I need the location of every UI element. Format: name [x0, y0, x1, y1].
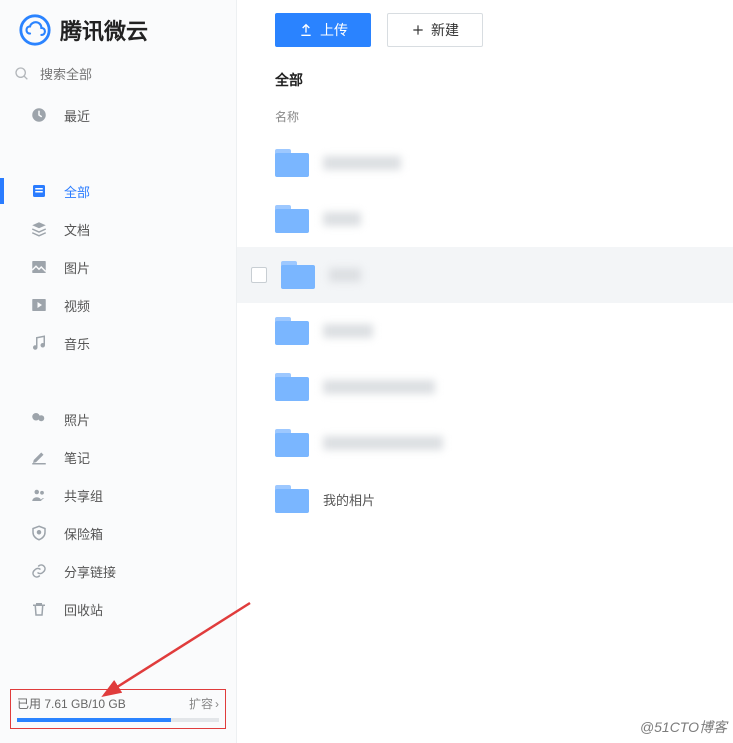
sidebar-item-label: 分享链接 [64, 562, 116, 581]
file-name [323, 436, 443, 450]
sidebar-item-label: 视频 [64, 296, 90, 315]
expand-storage-link[interactable]: 扩容 › [189, 695, 219, 712]
clock-icon [30, 106, 48, 124]
sidebar-item-label: 图片 [64, 258, 90, 277]
folder-icon [281, 261, 315, 289]
folder-icon [275, 429, 309, 457]
chevron-right-icon: › [215, 697, 219, 711]
sidebar-item-video[interactable]: 视频 [0, 286, 236, 324]
table-row[interactable] [237, 135, 733, 191]
link-icon [30, 562, 48, 580]
file-name [329, 268, 361, 282]
sidebar-item-recycle[interactable]: 回收站 [0, 590, 236, 628]
balloon-icon [30, 410, 48, 428]
row-checkbox[interactable] [251, 267, 267, 283]
brand-logo: 腾讯微云 [0, 0, 236, 60]
list-title: 全部 [275, 70, 733, 90]
image-icon [30, 258, 48, 276]
file-name [323, 380, 435, 394]
watermark: @51CTO博客 [640, 717, 727, 737]
cloud-icon [18, 13, 52, 47]
folder-icon [275, 149, 309, 177]
group-icon [30, 486, 48, 504]
search-input[interactable] [40, 67, 222, 82]
table-row[interactable]: 我的相片 [237, 471, 733, 527]
table-row[interactable] [237, 359, 733, 415]
sidebar-item-share-group[interactable]: 共享组 [0, 476, 236, 514]
play-icon [30, 296, 48, 314]
table-row[interactable] [237, 191, 733, 247]
sidebar-item-label: 全部 [64, 182, 90, 201]
plus-icon [411, 23, 425, 37]
sidebar-item-label: 最近 [64, 106, 90, 125]
file-name [323, 156, 401, 170]
search-icon [14, 66, 30, 82]
music-icon [30, 334, 48, 352]
sidebar-item-label: 音乐 [64, 334, 90, 353]
sidebar-item-share-link[interactable]: 分享链接 [0, 552, 236, 590]
brand-name: 腾讯微云 [60, 14, 148, 46]
file-table: 我的相片 [237, 135, 733, 527]
trash-icon [30, 600, 48, 618]
table-row[interactable] [237, 247, 733, 303]
sidebar-item-docs[interactable]: 文档 [0, 210, 236, 248]
files-icon [30, 182, 48, 200]
sidebar-item-recent[interactable]: 最近 [0, 96, 236, 134]
search-field[interactable] [14, 66, 222, 82]
sidebar-item-label: 回收站 [64, 600, 103, 619]
table-row[interactable] [237, 415, 733, 471]
sidebar-item-label: 保险箱 [64, 524, 103, 543]
shield-icon [30, 524, 48, 542]
folder-icon [275, 317, 309, 345]
file-name: 我的相片 [323, 490, 375, 509]
sidebar-item-label: 笔记 [64, 448, 90, 467]
upload-icon [298, 22, 314, 38]
sidebar-item-all[interactable]: 全部 [0, 172, 236, 210]
sidebar-item-note[interactable]: 笔记 [0, 438, 236, 476]
sidebar-item-photo[interactable]: 照片 [0, 400, 236, 438]
table-row[interactable] [237, 303, 733, 359]
sidebar-item-music[interactable]: 音乐 [0, 324, 236, 362]
pen-icon [30, 448, 48, 466]
sidebar-item-pics[interactable]: 图片 [0, 248, 236, 286]
sidebar-item-label: 文档 [64, 220, 90, 239]
column-header-name: 名称 [275, 108, 733, 125]
file-name [323, 324, 373, 338]
nav-separator [0, 134, 236, 172]
upload-button[interactable]: 上传 [275, 13, 371, 47]
storage-bar-fill [17, 718, 171, 722]
sidebar-item-label: 共享组 [64, 486, 103, 505]
nav-separator [0, 362, 236, 400]
folder-icon [275, 205, 309, 233]
storage-text: 已用 7.61 GB/10 GB [17, 695, 126, 712]
storage-bar [17, 718, 219, 722]
folder-icon [275, 485, 309, 513]
sidebar-item-label: 照片 [64, 410, 90, 429]
storage-status: 已用 7.61 GB/10 GB 扩容 › [10, 689, 226, 729]
sidebar-item-safebox[interactable]: 保险箱 [0, 514, 236, 552]
folder-icon [275, 373, 309, 401]
file-name [323, 212, 361, 226]
stack-icon [30, 220, 48, 238]
create-button[interactable]: 新建 [387, 13, 483, 47]
